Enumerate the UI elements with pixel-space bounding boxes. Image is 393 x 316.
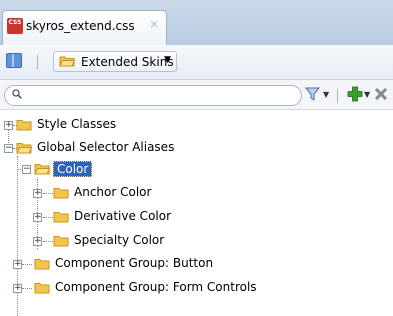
filter-icon[interactable] [305, 87, 321, 102]
css-file-icon: CSS [7, 18, 23, 34]
tree-connector [43, 241, 53, 242]
expand-icon[interactable]: + [33, 213, 42, 222]
folder-open-icon [34, 164, 50, 175]
expand-icon[interactable]: + [4, 121, 13, 130]
toolbar-separator [337, 89, 338, 103]
tree-node-label: Component Group: Button [55, 256, 214, 270]
selector-tree: + Style Classes − Global Selector Aliase… [0, 110, 393, 316]
search-toolbar: ▼ ▼ [0, 80, 393, 110]
tree-node-label: Style Classes [37, 117, 117, 131]
skin-toolbar: Extended Skins ▼ [0, 45, 393, 80]
folder-icon [53, 188, 69, 199]
filter-dropdown-icon[interactable]: ▼ [323, 90, 329, 99]
folder-icon [16, 120, 32, 131]
split-panel-icon[interactable] [6, 53, 22, 68]
editor-tab-skyros-extend[interactable]: CSS skyros_extend.css × [2, 10, 167, 45]
skin-dropdown[interactable]: Extended Skins ▼ [53, 51, 177, 72]
collapse-icon[interactable]: − [22, 165, 31, 174]
folder-open-icon [16, 143, 32, 154]
tree-connector [22, 264, 32, 265]
add-dropdown-icon[interactable]: ▼ [364, 90, 370, 99]
search-input[interactable] [4, 85, 302, 106]
folder-icon [53, 212, 69, 223]
tree-node-label-selected: Color [53, 161, 93, 177]
toolbar-separator [37, 55, 38, 69]
add-icon[interactable] [347, 86, 363, 102]
collapse-icon[interactable]: − [4, 144, 13, 153]
search-icon [12, 89, 22, 99]
editor-tab-bar: CSS skyros_extend.css × [0, 0, 393, 45]
tree-node-label: Global Selector Aliases [37, 140, 175, 154]
folder-icon [34, 283, 50, 294]
expand-icon[interactable]: + [33, 189, 42, 198]
tree-node-label: Specialty Color [74, 233, 165, 247]
tree-connector [43, 217, 53, 218]
tab-title: skyros_extend.css [26, 19, 135, 33]
expand-icon[interactable]: + [13, 284, 22, 293]
close-icon[interactable]: × [149, 17, 159, 31]
expand-icon[interactable]: + [33, 237, 42, 246]
tree-connector [22, 288, 32, 289]
tree-node-label: Component Group: Form Controls [55, 280, 257, 294]
tree-connector [43, 193, 53, 194]
folder-open-icon [59, 56, 75, 67]
folder-icon [34, 259, 50, 270]
expand-icon[interactable]: + [13, 260, 22, 269]
chevron-down-icon: ▼ [164, 55, 171, 65]
tree-node-label: Derivative Color [74, 209, 172, 223]
skin-dropdown-label: Extended Skins [81, 55, 174, 69]
tree-node-label: Anchor Color [74, 185, 152, 199]
delete-icon[interactable] [374, 87, 388, 101]
folder-icon [53, 236, 69, 247]
